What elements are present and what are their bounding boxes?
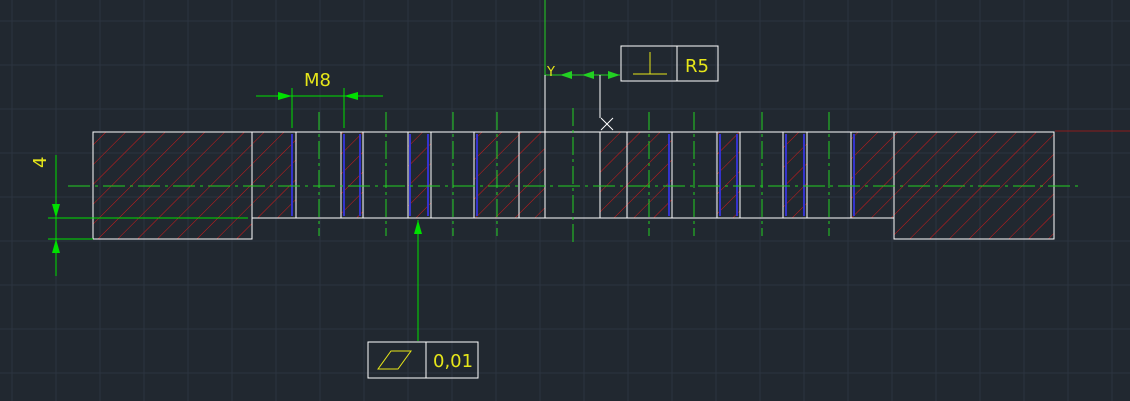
hatch-seg-5 [600, 132, 672, 218]
vertical-dimension-label: 4 [30, 157, 51, 168]
hatch-seg-8 [851, 132, 893, 218]
cad-drawing-canvas[interactable]: Y M8 4 0,01 R5 [0, 0, 1130, 401]
m8-dimension-label: M8 [304, 70, 331, 91]
perpendicularity-tolerance-value: R5 [685, 56, 709, 77]
hatch-seg-1 [253, 132, 296, 218]
ucs-icon: Y [544, 0, 620, 132]
perpendicularity-tolerance-frame[interactable]: R5 [620, 45, 719, 82]
flatness-symbol-icon [377, 350, 412, 370]
hatch-seg-4 [474, 132, 545, 218]
flatness-leader [414, 220, 422, 341]
perpendicularity-symbol-icon [633, 52, 667, 75]
flatness-tolerance-value: 0,01 [433, 351, 473, 372]
ucs-x-marker [600, 117, 614, 131]
ucs-y-label: Y [546, 65, 555, 80]
